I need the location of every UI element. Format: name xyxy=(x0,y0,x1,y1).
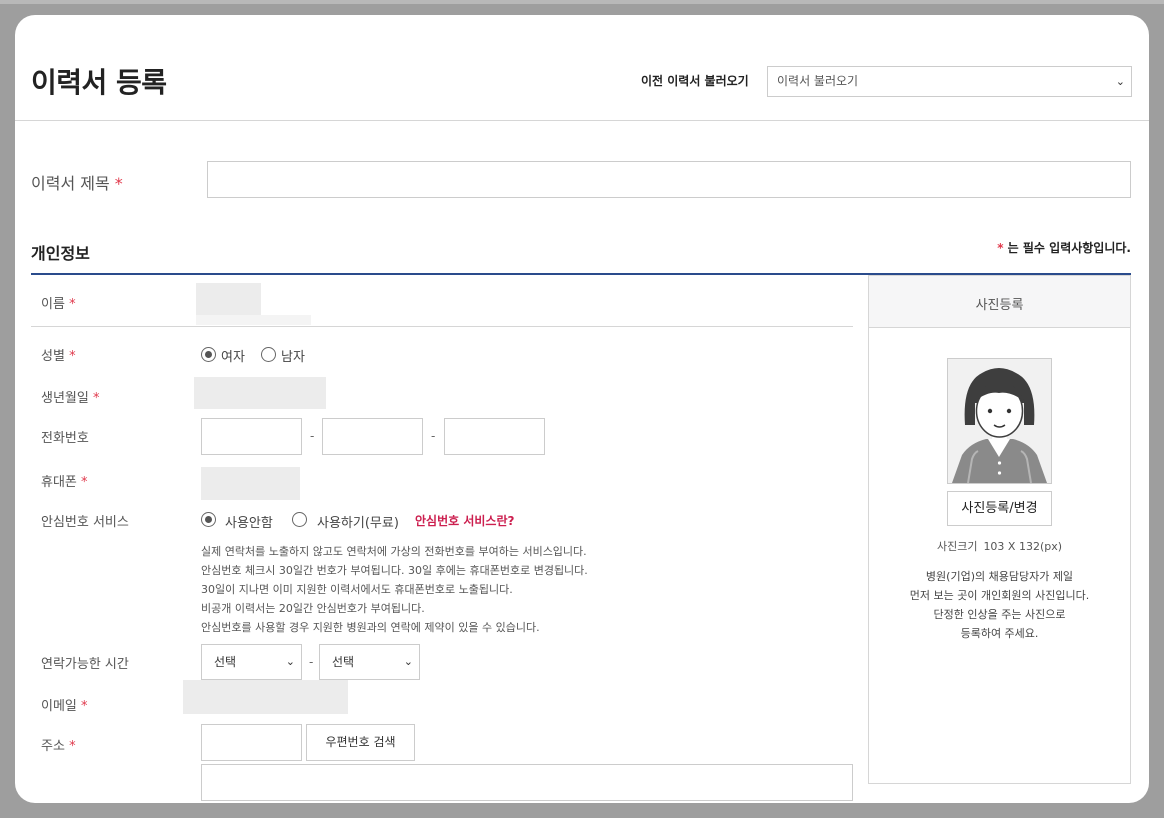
safe-number-desc-line: 실제 연락처를 노출하지 않고도 연락처에 가상의 전화번호를 부여하는 서비스… xyxy=(201,545,587,558)
photo-note-line: 병원(기업)의 채용담당자가 제일 xyxy=(925,570,1074,583)
birth-label: 생년월일 * xyxy=(41,391,100,406)
photo-panel: 사진등록 사진등록/변경 사진크기 103 X 132(px) 병원(기업)의 … xyxy=(868,275,1131,784)
page-title: 이력서 등록 xyxy=(31,66,167,99)
required-mark: * xyxy=(114,174,123,193)
zipcode-input[interactable] xyxy=(201,724,302,761)
photo-panel-title: 사진등록 xyxy=(975,298,1024,313)
phone-part1-input[interactable] xyxy=(201,418,302,455)
gender-label: 성별 * xyxy=(41,349,76,364)
contact-time-to-select[interactable]: 선택 ⌄ xyxy=(319,644,420,680)
safe-number-off-label[interactable]: 사용안함 xyxy=(225,512,273,531)
contact-time-from-value: 선택 xyxy=(214,655,237,669)
name-value-redacted xyxy=(196,283,261,315)
resume-modal: 이력서 등록 이전 이력서 불러오기 이력서 불러오기 ⌄ 이력서 제목 * 개… xyxy=(15,15,1149,803)
chevron-down-icon: ⌄ xyxy=(403,655,413,668)
required-note: * 는 필수 입력사항입니다. xyxy=(997,241,1131,255)
photo-upload-button[interactable]: 사진등록/변경 xyxy=(947,491,1052,526)
safe-number-label: 안심번호 서비스 xyxy=(41,515,129,530)
safe-number-on-radio[interactable] xyxy=(292,512,307,527)
name-value-redacted-2 xyxy=(196,315,311,325)
photo-size-info: 사진크기 103 X 132(px) xyxy=(936,540,1063,553)
mobile-label: 휴대폰 * xyxy=(41,475,88,490)
phone-part3-input[interactable] xyxy=(444,418,545,455)
resume-title-input[interactable] xyxy=(207,161,1131,198)
safe-number-desc-line: 안심번호를 사용할 경우 지원한 병원과의 연락에 제약이 있을 수 있습니다. xyxy=(201,621,540,634)
window-top-bar xyxy=(0,0,1164,4)
contact-time-from-select[interactable]: 선택 ⌄ xyxy=(201,644,302,680)
gender-female-label[interactable]: 여자 xyxy=(221,346,245,365)
chevron-down-icon: ⌄ xyxy=(1115,75,1125,88)
contact-time-separator: - xyxy=(309,655,314,669)
phone-label: 전화번호 xyxy=(41,431,89,446)
photo-note-line: 등록하여 주세요. xyxy=(960,627,1039,640)
name-label: 이름 * xyxy=(41,297,76,312)
phone-separator: - xyxy=(431,429,436,443)
address-label: 주소 * xyxy=(41,739,76,754)
safe-number-desc-line: 비공개 이력서는 20일간 안심번호가 부여됩니다. xyxy=(201,602,425,615)
chevron-down-icon: ⌄ xyxy=(285,655,295,668)
mobile-value-redacted xyxy=(201,467,300,500)
gender-male-label[interactable]: 남자 xyxy=(281,346,305,365)
avatar-placeholder-icon xyxy=(948,359,1051,483)
photo-note-line: 먼저 보는 곳이 개인회원의 사진입니다. xyxy=(909,589,1090,602)
safe-number-off-radio[interactable] xyxy=(201,512,216,527)
row-divider xyxy=(31,326,853,327)
photo-note-line: 단정한 인상을 주는 사진으로 xyxy=(933,608,1066,621)
modal-header: 이력서 등록 이전 이력서 불러오기 이력서 불러오기 ⌄ xyxy=(15,15,1149,121)
load-resume-label: 이전 이력서 불러오기 xyxy=(641,74,749,88)
birth-value-redacted xyxy=(194,377,326,409)
section-title-personal: 개인정보 xyxy=(31,244,90,263)
resume-title-label: 이력서 제목 * xyxy=(31,174,123,193)
gender-female-radio[interactable] xyxy=(201,347,216,362)
zipcode-search-button[interactable]: 우편번호 검색 xyxy=(306,724,415,761)
safe-number-on-label[interactable]: 사용하기(무료) xyxy=(317,512,399,531)
profile-photo-placeholder xyxy=(947,358,1052,484)
load-resume-select[interactable]: 이력서 불러오기 ⌄ xyxy=(767,66,1132,97)
gender-male-radio[interactable] xyxy=(261,347,276,362)
safe-number-desc-line: 30일이 지나면 이미 지원한 이력서에서도 휴대폰번호로 노출됩니다. xyxy=(201,583,513,596)
phone-separator: - xyxy=(310,429,315,443)
photo-panel-header: 사진등록 xyxy=(869,276,1130,328)
load-resume-select-value: 이력서 불러오기 xyxy=(777,74,859,88)
email-label: 이메일 * xyxy=(41,699,88,714)
safe-number-help-link[interactable]: 안심번호 서비스란? xyxy=(415,512,514,529)
phone-part2-input[interactable] xyxy=(322,418,423,455)
email-value-redacted xyxy=(183,680,348,714)
contact-time-label: 연락가능한 시간 xyxy=(41,657,129,672)
safe-number-desc-line: 안심번호 체크시 30일간 번호가 부여됩니다. 30일 후에는 휴대폰번호로 … xyxy=(201,564,588,577)
address-detail-input[interactable] xyxy=(201,764,853,801)
contact-time-to-value: 선택 xyxy=(332,655,355,669)
